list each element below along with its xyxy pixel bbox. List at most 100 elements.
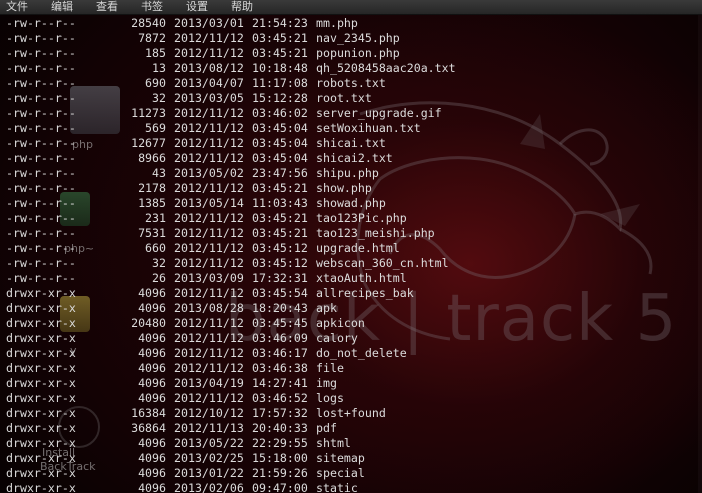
file-date: 2012/11/12 bbox=[174, 121, 244, 135]
listing-row: drwxr-xr-x 4096 2013/02/06 09:47:00 static bbox=[6, 481, 702, 493]
file-time: 20:40:33 bbox=[252, 421, 308, 435]
menu-bookmarks[interactable]: 书签 bbox=[127, 0, 172, 14]
file-date: 2012/11/12 bbox=[174, 346, 244, 360]
file-date: 2013/03/01 bbox=[174, 16, 244, 30]
file-size: 1385 bbox=[138, 196, 166, 210]
file-time: 03:45:21 bbox=[252, 181, 308, 195]
file-time: 11:03:43 bbox=[252, 196, 308, 210]
menu-edit[interactable]: 编辑 bbox=[37, 0, 82, 14]
file-size: 13 bbox=[152, 61, 166, 75]
file-date: 2013/04/19 bbox=[174, 376, 244, 390]
file-size: 7872 bbox=[138, 31, 166, 45]
file-permissions: -rw-r--r-- bbox=[6, 121, 76, 135]
file-permissions: drwxr-xr-x bbox=[6, 436, 76, 450]
file-name: root.txt bbox=[316, 91, 372, 105]
listing-row: -rw-r--r-- 1385 2013/05/14 11:03:43 showad.p… bbox=[6, 196, 702, 211]
file-name: tao123_meishi.php bbox=[316, 226, 435, 240]
file-permissions: drwxr-xr-x bbox=[6, 421, 76, 435]
file-name: showad.php bbox=[316, 196, 386, 210]
file-name: img bbox=[316, 376, 337, 390]
file-name: pdf bbox=[316, 421, 337, 435]
file-name: logs bbox=[316, 391, 344, 405]
file-name: sitemap bbox=[316, 451, 365, 465]
menu-help[interactable]: 帮助 bbox=[217, 0, 262, 14]
listing-row: -rw-r--r-- 2178 2012/11/12 03:45:21 show.php bbox=[6, 181, 702, 196]
listing-row: -rw-r--r-- 8966 2012/11/12 03:45:04 shicai2.… bbox=[6, 151, 702, 166]
file-size: 4096 bbox=[138, 436, 166, 450]
file-size: 231 bbox=[145, 211, 166, 225]
file-date: 2012/11/12 bbox=[174, 286, 244, 300]
file-size: 4096 bbox=[138, 301, 166, 315]
file-date: 2012/11/12 bbox=[174, 331, 244, 345]
file-name: show.php bbox=[316, 181, 372, 195]
file-size: 660 bbox=[145, 241, 166, 255]
file-date: 2013/08/12 bbox=[174, 61, 244, 75]
file-permissions: -rw-r--r-- bbox=[6, 166, 76, 180]
file-date: 2012/11/12 bbox=[174, 226, 244, 240]
file-size: 4096 bbox=[138, 286, 166, 300]
file-date: 2013/01/22 bbox=[174, 466, 244, 480]
file-size: 32 bbox=[152, 256, 166, 270]
listing-row: drwxr-xr-x 20480 2012/11/12 03:45:45 apkicon bbox=[6, 316, 702, 331]
file-size: 569 bbox=[145, 121, 166, 135]
file-permissions: -rw-r--r-- bbox=[6, 16, 76, 30]
listing-row: -rw-r--r-- 690 2013/04/07 11:17:08 robots.tx… bbox=[6, 76, 702, 91]
menu-settings[interactable]: 设置 bbox=[172, 0, 217, 14]
file-name: xtaoAuth.html bbox=[316, 271, 407, 285]
file-size: 7531 bbox=[138, 226, 166, 240]
file-time: 03:45:21 bbox=[252, 31, 308, 45]
file-time: 23:47:56 bbox=[252, 166, 308, 180]
file-permissions: -rw-r--r-- bbox=[6, 196, 76, 210]
file-permissions: -rw-r--r-- bbox=[6, 241, 76, 255]
file-time: 17:57:32 bbox=[252, 406, 308, 420]
listing-row: -rw-r--r-- 32 2013/03/05 15:12:28 root.txt bbox=[6, 91, 702, 106]
file-size: 12677 bbox=[131, 136, 166, 150]
file-permissions: -rw-r--r-- bbox=[6, 271, 76, 285]
file-time: 03:46:52 bbox=[252, 391, 308, 405]
file-permissions: -rw-r--r-- bbox=[6, 181, 76, 195]
file-name: calory bbox=[316, 331, 358, 345]
file-size: 36864 bbox=[131, 421, 166, 435]
file-date: 2012/11/12 bbox=[174, 361, 244, 375]
file-name: server_upgrade.gif bbox=[316, 106, 442, 120]
listing-row: -rw-r--r-- 13 2013/08/12 10:18:48 qh_5208458… bbox=[6, 61, 702, 76]
file-permissions: -rw-r--r-- bbox=[6, 226, 76, 240]
file-size: 4096 bbox=[138, 346, 166, 360]
file-time: 15:12:28 bbox=[252, 91, 308, 105]
file-date: 2013/05/22 bbox=[174, 436, 244, 450]
listing-row: drwxr-xr-x 4096 2013/05/22 22:29:55 shtml bbox=[6, 436, 702, 451]
listing-row: -rw-r--r-- 7872 2012/11/12 03:45:21 nav_2345… bbox=[6, 31, 702, 46]
file-permissions: drwxr-xr-x bbox=[6, 361, 76, 375]
menu-view[interactable]: 查看 bbox=[82, 0, 127, 14]
listing-row: drwxr-xr-x 16384 2012/10/12 17:57:32 lost+fo… bbox=[6, 406, 702, 421]
file-time: 03:46:38 bbox=[252, 361, 308, 375]
file-time: 11:17:08 bbox=[252, 76, 308, 90]
file-time: 22:29:55 bbox=[252, 436, 308, 450]
file-date: 2013/04/07 bbox=[174, 76, 244, 90]
file-name: upgrade.html bbox=[316, 241, 400, 255]
file-permissions: -rw-r--r-- bbox=[6, 46, 76, 60]
file-time: 14:27:41 bbox=[252, 376, 308, 390]
listing-row: -rw-r--r-- 569 2012/11/12 03:45:04 setWoxihu… bbox=[6, 121, 702, 136]
listing-row: drwxr-xr-x 4096 2012/11/12 03:46:09 calory bbox=[6, 331, 702, 346]
file-permissions: drwxr-xr-x bbox=[6, 376, 76, 390]
file-name: apkicon bbox=[316, 316, 365, 330]
file-date: 2012/11/12 bbox=[174, 256, 244, 270]
file-permissions: drwxr-xr-x bbox=[6, 346, 76, 360]
file-time: 03:45:54 bbox=[252, 286, 308, 300]
file-time: 21:59:26 bbox=[252, 466, 308, 480]
file-permissions: drwxr-xr-x bbox=[6, 331, 76, 345]
file-permissions: -rw-r--r-- bbox=[6, 76, 76, 90]
file-date: 2012/11/12 bbox=[174, 316, 244, 330]
desktop-window: 文件 编辑 查看 书签 设置 帮助 back | track 5 php php… bbox=[0, 0, 702, 493]
menu-file[interactable]: 文件 bbox=[0, 0, 37, 14]
file-date: 2012/11/12 bbox=[174, 46, 244, 60]
listing-row: drwxr-xr-x 4096 2013/04/19 14:27:41 img bbox=[6, 376, 702, 391]
file-date: 2012/11/12 bbox=[174, 391, 244, 405]
listing-row: -rw-r--r-- 231 2012/11/12 03:45:21 tao123Pic… bbox=[6, 211, 702, 226]
file-size: 185 bbox=[145, 46, 166, 60]
listing-row: -rw-r--r-- 12677 2012/11/12 03:45:04 shicai.… bbox=[6, 136, 702, 151]
file-size: 4096 bbox=[138, 451, 166, 465]
file-permissions: drwxr-xr-x bbox=[6, 391, 76, 405]
file-name: shtml bbox=[316, 436, 351, 450]
